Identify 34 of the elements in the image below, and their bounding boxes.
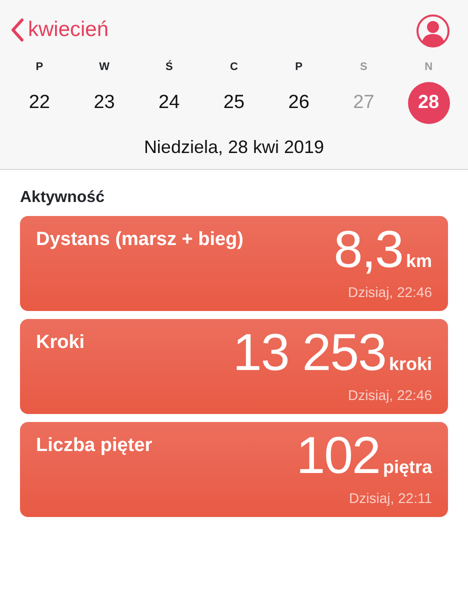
date-label: Niedziela, 28 kwi 2019 — [142, 136, 326, 159]
weekday-label: W — [98, 60, 110, 75]
back-button[interactable]: kwiecień — [10, 14, 109, 46]
weekday-label: P — [34, 60, 44, 75]
metric-time: Dzisiaj, 22:46 — [348, 283, 432, 302]
metric-time: Dzisiaj, 22:11 — [348, 489, 432, 508]
metric-value: 13 253 — [232, 327, 386, 379]
weekday-label: S — [359, 60, 368, 75]
weekday-label: N — [424, 60, 434, 75]
day-button[interactable]: 22 — [18, 82, 60, 124]
metric-value: 8,3 — [334, 224, 403, 276]
profile-icon[interactable] — [416, 14, 450, 48]
metric-value: 102 — [296, 430, 380, 482]
metric-time: Dzisiaj, 22:46 — [348, 386, 432, 405]
metric-title: Kroki — [36, 331, 85, 355]
metric-card[interactable]: Liczba pięter 102 piętra Dzisiaj, 22:11 — [20, 422, 448, 517]
day-button[interactable]: 28 — [408, 82, 450, 124]
weekday-label: C — [229, 60, 239, 75]
day-button[interactable]: 27 — [342, 82, 385, 124]
metric-title: Liczba pięter — [36, 434, 152, 458]
metric-card[interactable]: Dystans (marsz + bieg) 8,3 km Dzisiaj, 22:46 — [20, 216, 448, 311]
day-button[interactable]: 25 — [212, 82, 255, 124]
day-button[interactable]: 23 — [83, 82, 126, 124]
section-title: Aktywność — [19, 188, 106, 208]
metric-unit: km — [406, 252, 432, 270]
metric-unit: kroki — [388, 355, 432, 373]
day-button[interactable]: 24 — [148, 82, 190, 124]
weekday-label: P — [294, 60, 304, 75]
day-button[interactable]: 26 — [278, 82, 320, 124]
metric-title: Dystans (marsz + bieg) — [36, 228, 244, 252]
weekday-label: Ś — [164, 59, 174, 75]
metric-unit: piętra — [382, 458, 432, 476]
chevron-left-icon — [10, 18, 24, 42]
metric-card[interactable]: Kroki 13 253 kroki Dzisiaj, 22:46 — [20, 319, 448, 414]
